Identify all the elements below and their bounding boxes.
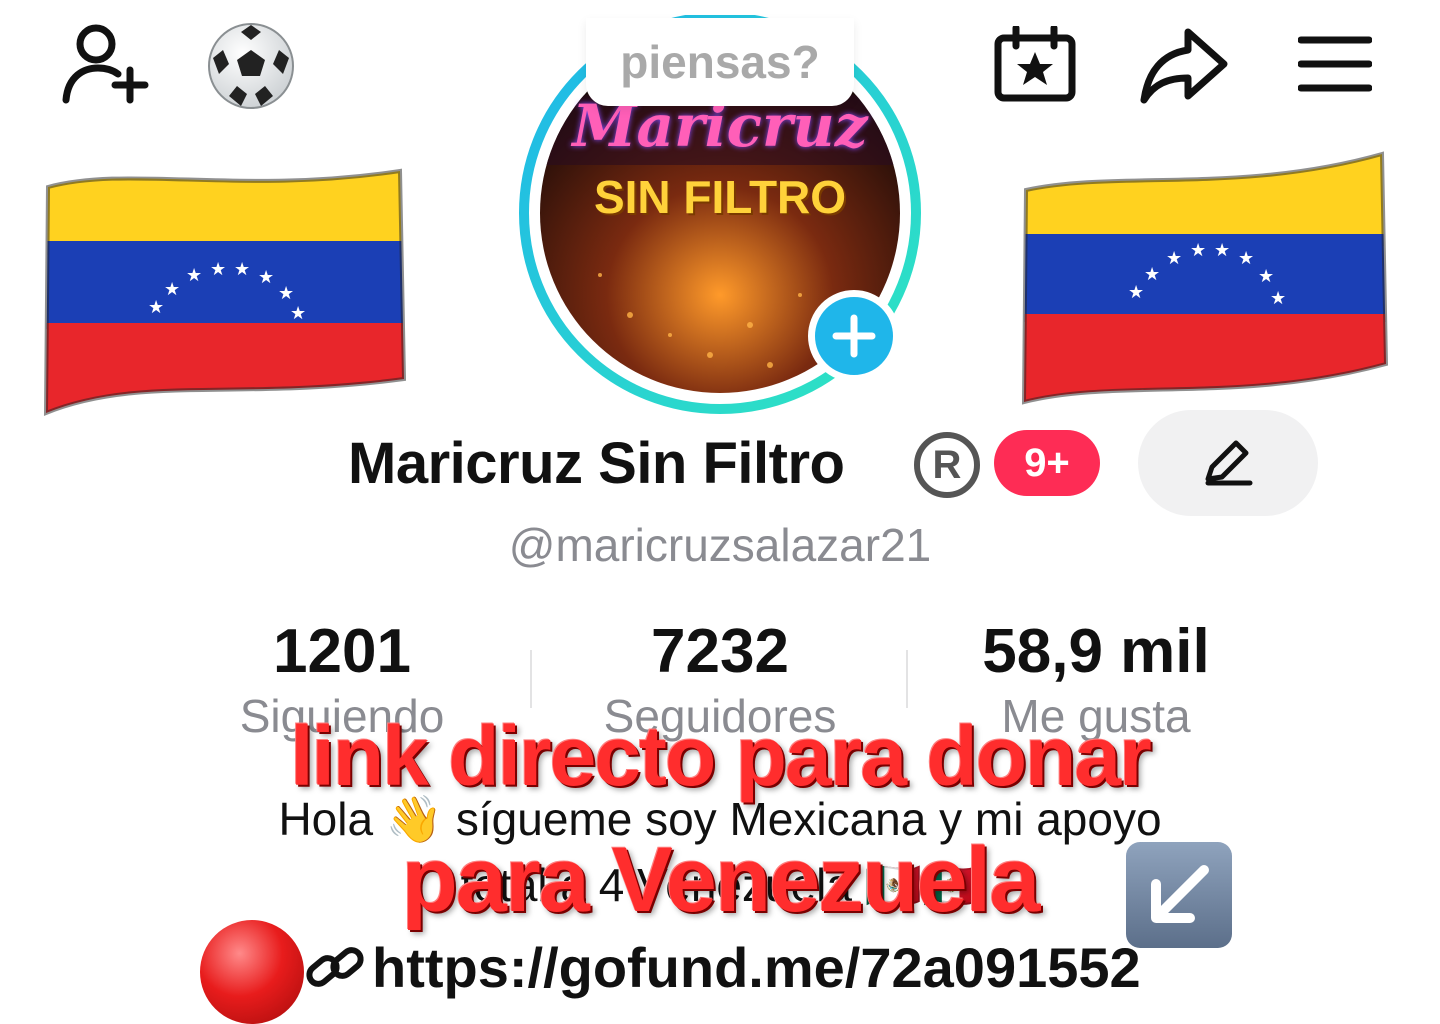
avatar-image-subtitle: SIN FILTRO	[593, 171, 847, 223]
menu-button[interactable]	[1298, 36, 1372, 92]
person-add-icon	[62, 24, 149, 104]
stat-value: 7232	[651, 617, 789, 686]
link-icon	[304, 940, 366, 1001]
hamburger-menu-icon	[1298, 36, 1372, 92]
svg-text:★: ★	[1214, 240, 1230, 261]
registered-mark: R	[914, 432, 980, 498]
divider	[906, 650, 908, 708]
overlay-text-line-1: link directo para donar	[290, 709, 1152, 803]
divider	[530, 650, 532, 708]
svg-text:★: ★	[210, 259, 226, 280]
svg-text:★: ★	[186, 265, 202, 286]
stat-value: 1201	[273, 617, 411, 686]
share-arrow-icon	[1140, 28, 1228, 104]
svg-text:★: ★	[1238, 248, 1254, 269]
profile-handle: @maricruzsalazar21	[508, 519, 932, 571]
share-button[interactable]	[1140, 26, 1228, 104]
svg-text:★: ★	[164, 279, 180, 300]
add-friend-button[interactable]	[58, 22, 154, 106]
arrow-down-left-icon	[1126, 842, 1232, 948]
svg-text:★: ★	[278, 283, 294, 304]
thought-bubble-text: piensas?	[620, 36, 820, 88]
add-story-button[interactable]	[808, 290, 900, 382]
svg-text:★: ★	[234, 259, 250, 280]
svg-text:★: ★	[1190, 240, 1206, 261]
svg-text:★: ★	[1166, 248, 1182, 269]
svg-text:★: ★	[290, 303, 306, 324]
soccer-ball-icon	[205, 20, 297, 112]
svg-text:★: ★	[1270, 288, 1286, 309]
profile-name: Maricruz Sin Filtro	[348, 431, 845, 496]
red-circle-icon	[200, 920, 304, 1024]
bio-link[interactable]: https://gofund.me/72a091552	[372, 935, 1141, 1000]
svg-text:★: ★	[1258, 266, 1274, 287]
calendar-star-icon	[994, 26, 1076, 102]
svg-text:★: ★	[258, 267, 274, 288]
plus-icon	[832, 314, 876, 358]
svg-text:★: ★	[148, 297, 164, 318]
notification-badge[interactable]: 9+	[994, 430, 1100, 496]
svg-text:★: ★	[1144, 264, 1160, 285]
edit-profile-button[interactable]	[1138, 410, 1318, 516]
calendar-button[interactable]	[994, 26, 1076, 102]
stat-value: 58,9 mil	[982, 617, 1210, 686]
venezuela-flag-left: ★ ★ ★ ★ ★ ★ ★ ★	[40, 165, 410, 416]
venezuela-flag-right: ★ ★ ★ ★ ★ ★ ★ ★	[1020, 150, 1390, 405]
thought-bubble[interactable]: piensas?	[586, 18, 854, 106]
pencil-icon	[1205, 440, 1253, 486]
svg-text:★: ★	[1128, 282, 1144, 303]
